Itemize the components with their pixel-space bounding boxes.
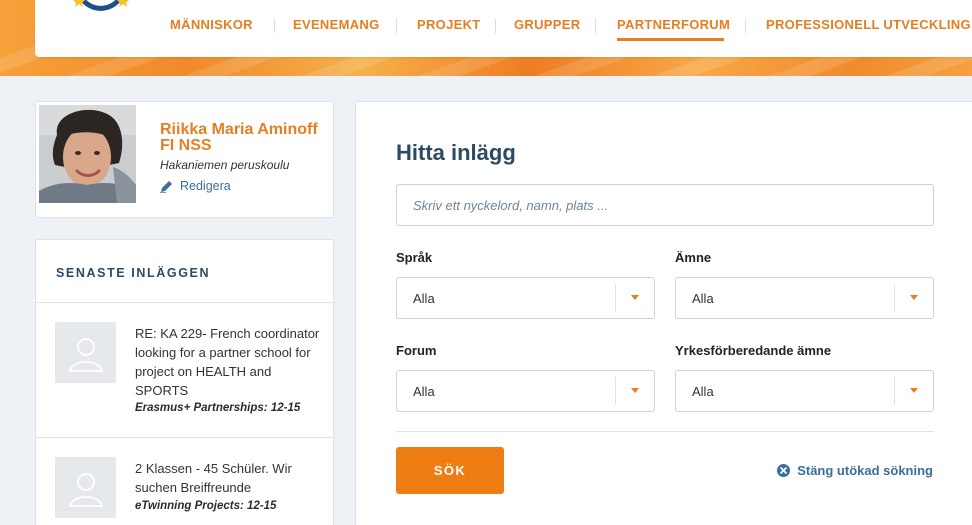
chevron-down-icon	[910, 388, 918, 393]
profile-name[interactable]: Riikka Maria Aminoff FI NSS	[160, 122, 320, 154]
close-advanced-search-label: Stäng utökad sökning	[797, 463, 933, 478]
search-panel: Hitta inlägg Språk Alla Ämne Alla Forum …	[355, 101, 972, 525]
forum-select[interactable]: Alla	[396, 370, 655, 412]
nav-item-evenemang[interactable]: EVENEMANG	[293, 17, 380, 32]
nav-item-grupper[interactable]: GRUPPER	[514, 17, 580, 32]
close-circle-icon	[777, 464, 791, 477]
language-label: Språk	[396, 250, 433, 265]
vocational-subject-label: Yrkesförberedande ämne	[675, 343, 832, 358]
divider	[396, 431, 934, 432]
post-meta: eTwinning Projects: 12-15	[135, 500, 277, 512]
page-title: Hitta inlägg	[396, 140, 516, 165]
vocational-subject-select-value: Alla	[692, 384, 714, 399]
avatar-placeholder-icon	[55, 457, 116, 518]
subject-select-value: Alla	[692, 291, 714, 306]
nav-item-projekt[interactable]: PROJEKT	[417, 17, 481, 32]
subject-select[interactable]: Alla	[675, 277, 934, 319]
nav-separator	[595, 19, 596, 33]
avatar[interactable]	[39, 105, 136, 203]
nav-separator	[274, 19, 275, 33]
site-header: MÄNNISKOR EVENEMANG PROJEKT GRUPPER PART…	[35, 0, 972, 57]
post-title[interactable]: 2 Klassen - 45 Schüler. Wir suchen Breif…	[135, 459, 320, 497]
chevron-down-icon	[631, 388, 639, 393]
vocational-subject-select[interactable]: Alla	[675, 370, 934, 412]
profile-card: Riikka Maria Aminoff FI NSS Hakaniemen p…	[35, 101, 334, 218]
nav-separator	[396, 19, 397, 33]
nav-active-indicator	[617, 38, 724, 41]
nav-separator	[745, 19, 746, 33]
logo-icon[interactable]	[65, 0, 135, 12]
select-divider	[894, 377, 895, 405]
pencil-icon	[160, 180, 172, 193]
list-item[interactable]: 2 Klassen - 45 Schüler. Wir suchen Breif…	[36, 437, 333, 525]
forum-select-value: Alla	[413, 384, 435, 399]
nav-item-partnerforum[interactable]: PARTNERFORUM	[617, 17, 730, 32]
select-divider	[615, 284, 616, 312]
nav-separator	[495, 19, 496, 33]
search-input[interactable]	[396, 184, 934, 226]
list-item[interactable]: RE: KA 229- French coordinator looking f…	[36, 302, 333, 437]
close-advanced-search-link[interactable]: Stäng utökad sökning	[777, 463, 933, 478]
search-button[interactable]: SÖK	[396, 447, 504, 494]
edit-profile-link[interactable]: Redigera	[160, 179, 231, 193]
latest-posts-card: SENASTE INLÄGGEN RE: KA 229- French coor…	[35, 239, 334, 525]
subject-label: Ämne	[675, 250, 712, 265]
post-title[interactable]: RE: KA 229- French coordinator looking f…	[135, 324, 320, 400]
main-nav: MÄNNISKOR EVENEMANG PROJEKT GRUPPER PART…	[35, 17, 972, 37]
language-select-value: Alla	[413, 291, 435, 306]
language-select[interactable]: Alla	[396, 277, 655, 319]
avatar-placeholder-icon	[55, 322, 116, 383]
nav-item-manniskor[interactable]: MÄNNISKOR	[170, 17, 253, 32]
select-divider	[894, 284, 895, 312]
forum-label: Forum	[396, 343, 437, 358]
edit-profile-label: Redigera	[180, 179, 231, 193]
select-divider	[615, 377, 616, 405]
latest-posts-title: SENASTE INLÄGGEN	[56, 266, 211, 280]
chevron-down-icon	[910, 295, 918, 300]
chevron-down-icon	[631, 295, 639, 300]
post-meta: Erasmus+ Partnerships: 12-15	[135, 402, 301, 414]
nav-item-professionell-utveckling[interactable]: PROFESSIONELL UTVECKLING	[766, 17, 971, 32]
profile-school: Hakaniemen peruskoulu	[160, 158, 290, 172]
